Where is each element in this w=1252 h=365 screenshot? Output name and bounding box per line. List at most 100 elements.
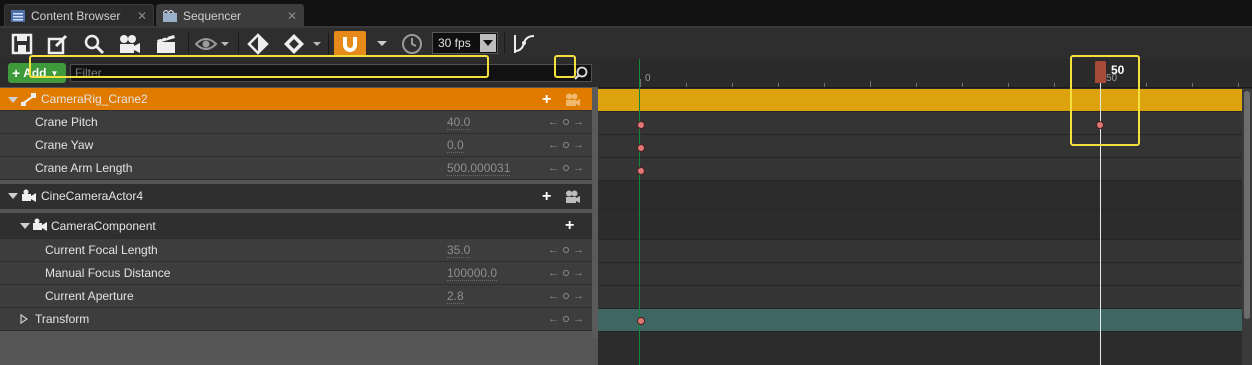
key-navigation[interactable]: ← → xyxy=(548,115,584,129)
eye-icon xyxy=(195,37,229,50)
key-button[interactable] xyxy=(244,31,272,56)
add-subtrack-button[interactable]: + xyxy=(565,217,574,235)
track-row-focal-length[interactable]: Current Focal Length 35.0 ← → xyxy=(0,239,594,262)
ruler-tick xyxy=(1192,83,1193,87)
next-key-icon[interactable]: → xyxy=(573,162,584,174)
add-key-icon[interactable] xyxy=(563,247,569,253)
key-navigation[interactable]: ← → xyxy=(548,138,584,152)
next-key-icon[interactable]: → xyxy=(573,244,584,256)
keyframe[interactable] xyxy=(637,121,645,129)
track-row-camerarig[interactable]: CameraRig_Crane2 + xyxy=(0,88,594,111)
property-value[interactable]: 2.8 xyxy=(447,290,464,304)
timeline-panel: 0 50 50 xyxy=(598,55,1252,365)
property-value[interactable]: 100000.0 xyxy=(447,267,498,281)
track-row-crane-pitch[interactable]: Crane Pitch 40.0 ← → xyxy=(0,111,594,134)
add-key-icon[interactable] xyxy=(563,293,569,299)
sequencer-icon xyxy=(163,10,177,22)
timeline-scrollbar[interactable] xyxy=(1242,89,1252,365)
previous-key-icon[interactable]: ← xyxy=(548,267,559,279)
content-browser-icon xyxy=(11,10,25,22)
snap-toggle[interactable] xyxy=(334,31,366,56)
camera-icon[interactable] xyxy=(565,190,581,203)
timeline-row-crane-pitch[interactable] xyxy=(598,112,1252,135)
add-key-icon[interactable] xyxy=(563,142,569,148)
camera-button[interactable] xyxy=(116,31,144,56)
timeline-row-crane-yaw[interactable] xyxy=(598,135,1252,158)
tab-sequencer[interactable]: Sequencer ✕ xyxy=(156,4,304,27)
track-row-crane-arm-length[interactable]: Crane Arm Length 500.000031 ← → xyxy=(0,157,594,180)
add-key-icon[interactable] xyxy=(563,270,569,276)
timeline-row-focus-distance[interactable] xyxy=(598,263,1252,286)
next-key-icon[interactable]: → xyxy=(573,290,584,302)
track-row-transform[interactable]: Transform ← → xyxy=(0,308,594,331)
time-ruler[interactable]: 0 50 xyxy=(598,59,1252,88)
keyframe[interactable] xyxy=(637,167,645,175)
add-key-icon[interactable] xyxy=(563,316,569,322)
expand-arrow-icon[interactable] xyxy=(20,314,28,324)
key-navigation[interactable]: ← → xyxy=(548,161,584,175)
edit-button[interactable] xyxy=(44,31,72,56)
scrollbar-thumb[interactable] xyxy=(1244,91,1250,319)
property-value[interactable]: 0.0 xyxy=(447,139,464,153)
curve-editor-button[interactable] xyxy=(510,31,538,56)
search-button[interactable] xyxy=(80,31,108,56)
ruler-tick xyxy=(1054,83,1055,87)
camera-icon[interactable] xyxy=(565,93,581,106)
next-key-icon[interactable]: → xyxy=(573,267,584,279)
previous-key-icon[interactable]: ← xyxy=(548,244,559,256)
close-icon[interactable]: ✕ xyxy=(137,9,147,23)
previous-key-icon[interactable]: ← xyxy=(548,290,559,302)
previous-key-icon[interactable]: ← xyxy=(548,313,559,325)
key-navigation[interactable]: ← → xyxy=(548,289,584,303)
snap-magnet-icon xyxy=(343,36,357,52)
expand-arrow-icon[interactable] xyxy=(8,193,18,199)
add-key-highlight xyxy=(554,55,576,78)
add-key-icon[interactable] xyxy=(563,165,569,171)
key-navigation[interactable]: ← → xyxy=(548,243,584,257)
timeline-row-cinecameraactor[interactable] xyxy=(598,185,1252,210)
clapboard-button[interactable] xyxy=(152,31,180,56)
fps-select[interactable]: 30 fps xyxy=(432,32,498,54)
snap-options-dropdown[interactable] xyxy=(372,31,392,56)
previous-key-icon[interactable]: ← xyxy=(548,162,559,174)
track-row-aperture[interactable]: Current Aperture 2.8 ← → xyxy=(0,285,594,308)
expand-arrow-icon[interactable] xyxy=(8,97,18,103)
add-subtrack-button[interactable]: + xyxy=(542,91,551,109)
close-icon[interactable]: ✕ xyxy=(287,9,297,23)
track-row-focus-distance[interactable]: Manual Focus Distance 100000.0 ← → xyxy=(0,262,594,285)
time-button[interactable] xyxy=(398,31,426,56)
keyframe[interactable] xyxy=(637,317,645,325)
key-navigation[interactable]: ← → xyxy=(548,266,584,280)
track-row-crane-yaw[interactable]: Crane Yaw 0.0 ← → xyxy=(0,134,594,157)
property-value[interactable]: 500.000031 xyxy=(447,162,511,176)
keyframe[interactable] xyxy=(637,144,645,152)
timeline-row-crane-arm-length[interactable] xyxy=(598,158,1252,181)
expand-arrow-icon[interactable] xyxy=(20,223,30,229)
ruler-tick xyxy=(686,83,687,87)
ruler-tick xyxy=(640,79,641,87)
property-value[interactable]: 35.0 xyxy=(447,244,471,258)
track-label: Current Aperture xyxy=(45,289,134,303)
track-row-cinecameraactor[interactable]: CineCameraActor4 + xyxy=(0,184,594,209)
transform-key-dropdown[interactable] xyxy=(282,31,324,56)
section-camerarig[interactable] xyxy=(598,89,1252,112)
save-button[interactable] xyxy=(8,31,36,56)
property-value[interactable]: 40.0 xyxy=(447,116,471,130)
tab-bar: Content Browser ✕ Sequencer ✕ xyxy=(0,0,1252,27)
add-key-icon[interactable] xyxy=(563,119,569,125)
track-row-cameracomponent[interactable]: CameraComponent + xyxy=(0,213,594,239)
timeline-row-cameracomponent[interactable] xyxy=(598,214,1252,240)
next-key-icon[interactable]: → xyxy=(573,313,584,325)
section-transform[interactable] xyxy=(598,309,1252,332)
previous-key-icon[interactable]: ← xyxy=(548,139,559,151)
visibility-dropdown[interactable] xyxy=(194,31,230,56)
next-key-icon[interactable]: → xyxy=(573,116,584,128)
key-navigation[interactable]: ← → xyxy=(548,312,584,326)
next-key-icon[interactable]: → xyxy=(573,139,584,151)
tab-content-browser[interactable]: Content Browser ✕ xyxy=(4,4,154,27)
add-subtrack-button[interactable]: + xyxy=(542,188,551,206)
timeline-row-aperture[interactable] xyxy=(598,286,1252,309)
crane-pitch-highlight xyxy=(29,55,489,78)
timeline-row-focal-length[interactable] xyxy=(598,240,1252,263)
previous-key-icon[interactable]: ← xyxy=(548,116,559,128)
